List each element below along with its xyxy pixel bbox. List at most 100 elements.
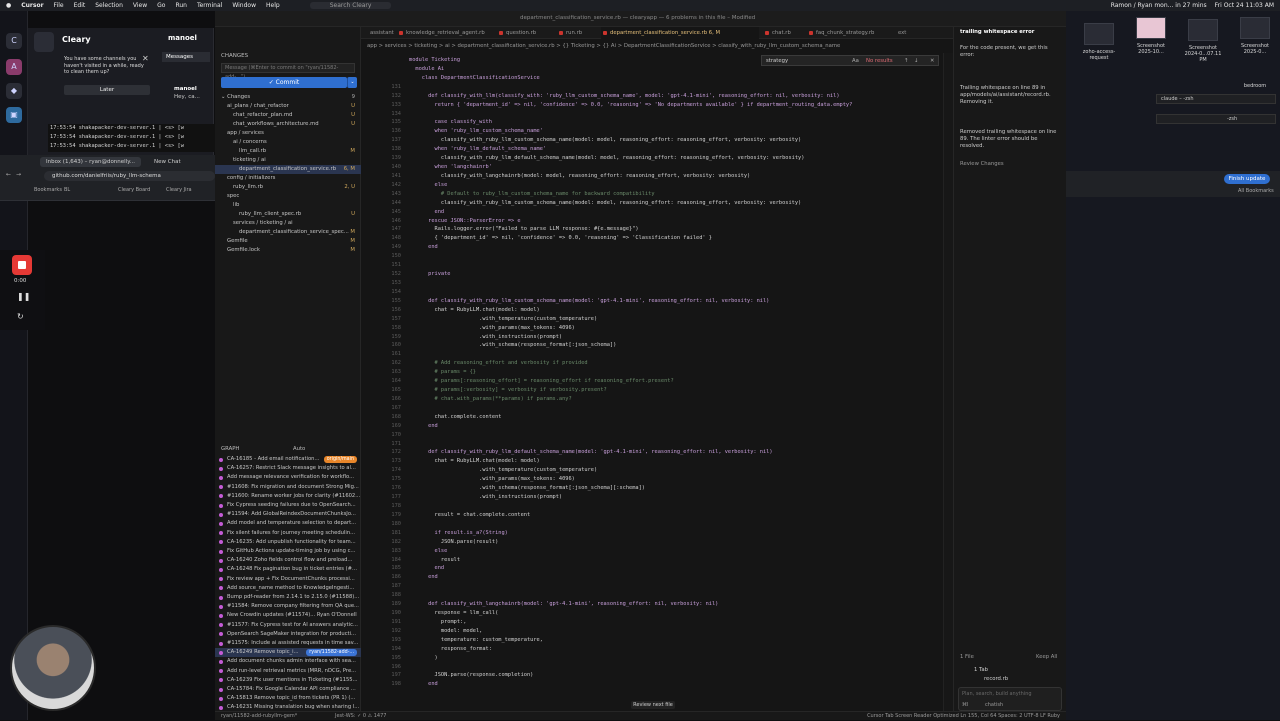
code-line[interactable]: # Default to ruby_llm_custom_schema_name…	[409, 191, 655, 197]
changed-file-item[interactable]: ruby_llm_client_spec.rb U	[215, 210, 361, 219]
review-changes-button[interactable]: Review Changes	[960, 161, 1060, 168]
close-icon[interactable]: ✕	[930, 56, 934, 66]
code-line[interactable]: # Add reasoning_effort and verbosity if …	[409, 360, 588, 366]
clock[interactable]: Fri Oct 24 11:03 AM	[1215, 2, 1274, 9]
code-line[interactable]: response = llm_call(	[409, 610, 499, 616]
bookmark-item[interactable]: Bookmarks	[34, 187, 62, 193]
changed-file-item[interactable]: app / services	[215, 129, 361, 138]
commit-row[interactable]: CA-16248 Fix pagination bug in ticket en…	[215, 565, 361, 574]
pause-icon[interactable]: ❚❚	[17, 292, 30, 301]
menu-go[interactable]: Go	[157, 2, 165, 9]
code-line[interactable]: private	[409, 271, 450, 277]
model-selector[interactable]: chatish	[985, 702, 1003, 708]
commit-row[interactable]: Add source_name method to KnowledgeInges…	[215, 584, 361, 593]
agent-mode-selector[interactable]: ⌘I	[962, 702, 968, 708]
code-line[interactable]: module Ticketing	[409, 57, 460, 63]
code-line[interactable]: def classify_with_langchainrb(model: 'gp…	[409, 601, 718, 607]
restart-icon[interactable]: ↻	[17, 312, 24, 321]
desktop-file-icon[interactable]	[1136, 17, 1166, 39]
workspace-name[interactable]: Cleary	[62, 35, 91, 44]
tab-question[interactable]: question.rb	[497, 27, 553, 39]
changed-file-item[interactable]: services / ticketing / ai	[215, 219, 361, 228]
match-case-icon[interactable]: Aa	[852, 56, 859, 66]
menu-edit[interactable]: Edit	[74, 2, 86, 9]
later-button[interactable]: Later	[64, 85, 150, 95]
browser-tab-inbox[interactable]: Inbox (1,643) – ryan@donnelly...	[40, 157, 141, 167]
bookmark-item[interactable]: Cleary Jira	[166, 187, 192, 193]
url-bar[interactable]: github.com/danielfriis/ruby_llm-schema	[44, 171, 215, 181]
code-line[interactable]: chat.complete.content	[409, 414, 502, 420]
changed-file-item[interactable]: department_classification_service.rb 6, M	[215, 165, 361, 174]
code-line[interactable]: chat = RubyLLM.chat(model: model)	[409, 458, 540, 464]
code-editor[interactable]: module Ticketing module Ai class Departm…	[361, 53, 953, 720]
commit-row[interactable]: #11608: Fix migration and document Stron…	[215, 483, 361, 492]
menu-help[interactable]: Help	[266, 2, 280, 9]
code-line[interactable]: .with_schema(response_format[:json_schem…	[409, 342, 616, 348]
code-line[interactable]: classify_with_ruby_llm_default_schema_na…	[409, 155, 805, 161]
commit-row[interactable]: Fix silent failures for journey meeting …	[215, 529, 361, 538]
code-line[interactable]: Rails.logger.error("Failed to parse LLM …	[409, 226, 639, 232]
code-line[interactable]: def classify_with_llm(classify_with: 'ru…	[409, 93, 839, 99]
code-line[interactable]: end	[409, 209, 445, 215]
changed-file-item[interactable]: lib	[215, 201, 361, 210]
code-line[interactable]: when 'ruby_llm_custom_schema_name'	[409, 128, 543, 134]
changed-file-item[interactable]: spec	[215, 192, 361, 201]
commit-row[interactable]: OpenSearch SageMaker integration for pro…	[215, 630, 361, 639]
find-input[interactable]: strategy	[766, 58, 788, 64]
workspace-icon-4[interactable]: ▣	[6, 107, 22, 123]
code-line[interactable]: class DepartmentClassificationService	[409, 75, 540, 81]
tab-department-classification-service[interactable]: department_classification_service.rb 6, …	[601, 27, 759, 39]
commit-button[interactable]: ✓ Commit	[221, 77, 347, 88]
code-line[interactable]: )	[409, 655, 438, 661]
code-line[interactable]: # params[:reasoning_effort] = reasoning_…	[409, 378, 674, 384]
code-line[interactable]: prompt:,	[409, 619, 467, 625]
code-line[interactable]: end	[409, 565, 445, 571]
code-line[interactable]: classify_with_ruby_llm_custom_schema_nam…	[409, 200, 801, 206]
commit-message-input[interactable]: Message (⌘Enter to commit on "ryan/11582…	[221, 63, 355, 80]
commit-row[interactable]: CA-15784: Fix Google Calendar API compli…	[215, 685, 361, 694]
bookmark-item[interactable]: BL	[64, 187, 70, 193]
changed-file-item[interactable]: ai_plans / chat_refactor U	[215, 102, 361, 111]
all-bookmarks[interactable]: All Bookmarks	[1238, 188, 1274, 194]
changed-file-item[interactable]: ruby_llm.rb 2, U	[215, 183, 361, 192]
commit-row[interactable]: CA-16235: Add unpublish functionality fo…	[215, 538, 361, 547]
arrow-up-icon[interactable]: ↑	[904, 56, 908, 66]
tab-knowledge-retrieval-agent[interactable]: knowledge_retrieval_agent.rb	[397, 27, 493, 39]
minimap-scrollbar[interactable]	[943, 53, 953, 720]
commit-row[interactable]: CA-16239 Fix user mentions in Ticketing …	[215, 676, 361, 685]
bookmark-item[interactable]: Cleary Board	[118, 187, 150, 193]
meeting-reminder[interactable]: Ramon / Ryan mon... in 27 mins	[1111, 2, 1207, 9]
global-search-field[interactable]: Search Cleary	[309, 2, 392, 9]
graph-auto-toggle[interactable]: Auto	[293, 445, 305, 454]
code-line[interactable]: response_format:	[409, 646, 492, 652]
changed-file-item[interactable]: config / initializers	[215, 174, 361, 183]
menu-window[interactable]: Window	[232, 2, 256, 9]
code-line[interactable]: .with_instructions(prompt)	[409, 494, 562, 500]
code-line[interactable]: .with_params(max_tokens: 4096)	[409, 476, 575, 482]
commit-row[interactable]: CA-16185 - Add email notification... orig…	[215, 455, 361, 464]
commit-row[interactable]: New Crowdin updates (#11574)... Ryan O'D…	[215, 611, 361, 620]
code-line[interactable]: classify_with_langchainrb(model: model, …	[409, 173, 750, 179]
context-tab-count[interactable]: 1 Tab	[974, 667, 1074, 674]
commit-row[interactable]: #11594: Add GlobalReindexDocumentChunksJ…	[215, 510, 361, 519]
menu-terminal[interactable]: Terminal	[197, 2, 222, 9]
code-line[interactable]: else	[409, 182, 448, 188]
code-line[interactable]: model: model,	[409, 628, 482, 634]
commit-row[interactable]: #11600: Rename worker jobs for clarity (…	[215, 492, 361, 501]
keep-all-button[interactable]: Keep All	[1036, 654, 1064, 661]
code-line[interactable]: when 'ruby_llm_default_schema_name'	[409, 146, 547, 152]
commit-row[interactable]: #11577: Fix Cypress test for AI answers …	[215, 621, 361, 630]
close-icon[interactable]: ✕	[142, 54, 149, 63]
changed-file-item[interactable]: chat_refactor_plan.md U	[215, 111, 361, 120]
code-line[interactable]: def classify_with_ruby_llm_custom_schema…	[409, 298, 769, 304]
terminal-tab[interactable]: claude – -zsh	[1156, 94, 1276, 104]
commit-row[interactable]: Fix review app + Fix DocumentChunks proc…	[215, 575, 361, 584]
commit-row[interactable]: Add model and temperature selection to d…	[215, 519, 361, 528]
commit-row[interactable]: Add message relevance verification for w…	[215, 473, 361, 482]
code-line[interactable]: chat = RubyLLM.chat(model: model)	[409, 307, 540, 313]
code-line[interactable]: end	[409, 574, 438, 580]
code-line[interactable]: if result.is_a?(String)	[409, 530, 508, 536]
messages-tab[interactable]: Messages	[162, 52, 210, 62]
commit-row[interactable]: #11584: Remove company filtering from QA…	[215, 602, 361, 611]
chat-input[interactable]: Plan, search, build anything ⌘I chatish	[958, 687, 1062, 711]
